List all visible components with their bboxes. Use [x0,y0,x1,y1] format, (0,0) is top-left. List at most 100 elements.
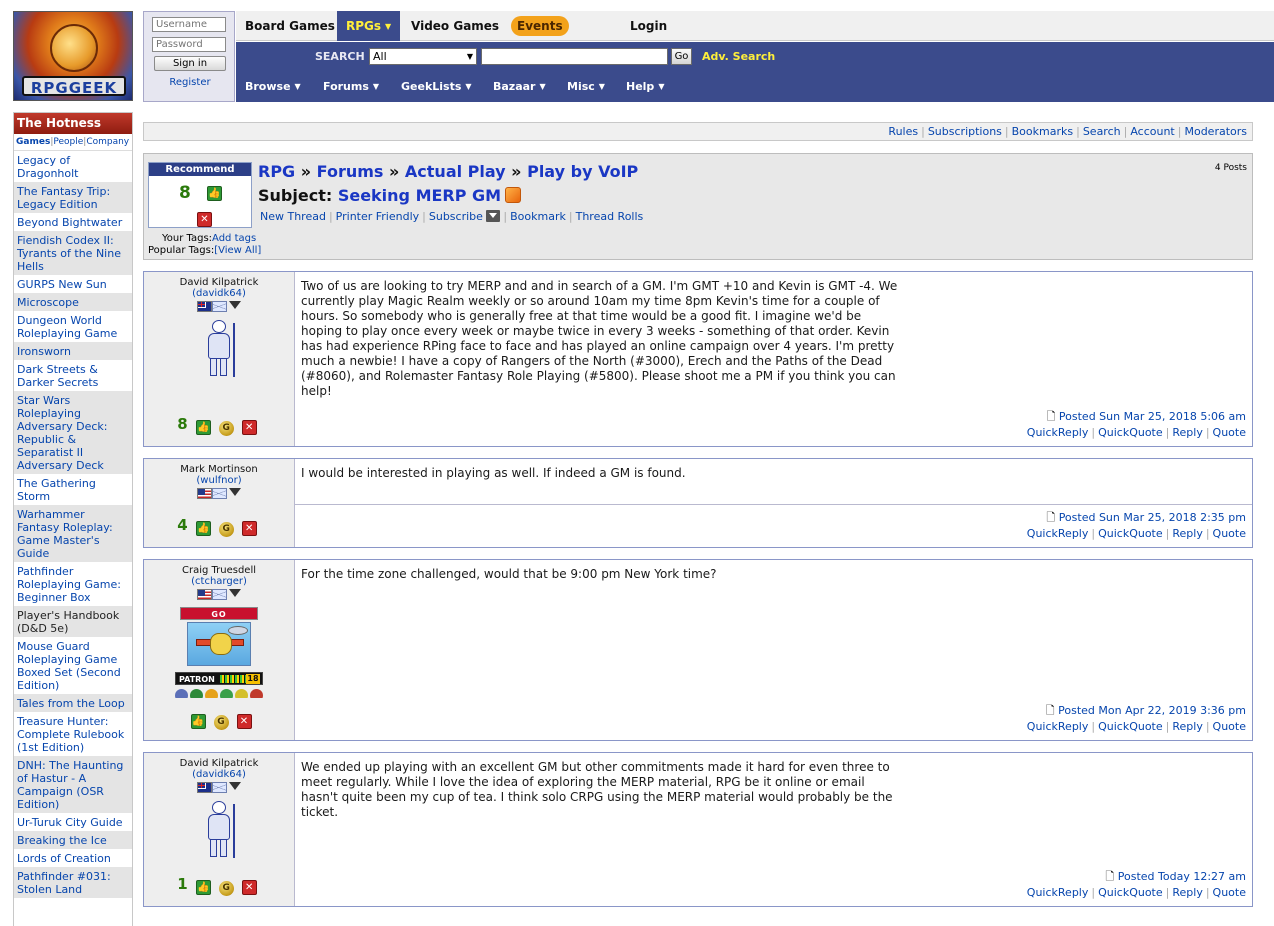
quickreply-link[interactable]: QuickReply [1027,426,1089,439]
account-link[interactable]: Account [1130,125,1174,138]
view-all-tags-link[interactable]: [View All] [214,245,261,256]
quickquote-link[interactable]: QuickQuote [1098,527,1163,540]
posted-date[interactable]: Posted Mon Apr 22, 2019 3:36 pm [1058,704,1246,717]
password-input[interactable] [152,37,226,52]
chevron-down-icon[interactable] [229,589,241,597]
close-icon[interactable]: ✕ [241,521,257,536]
thumbs-up-icon[interactable]: 👍 [195,880,211,895]
reply-link[interactable]: Reply [1172,720,1202,733]
hotness-item[interactable]: Dark Streets & Darker Secrets [14,360,132,391]
bookmark-link[interactable]: Bookmark [510,210,566,223]
close-icon[interactable]: ✕ [241,420,257,435]
quickquote-link[interactable]: QuickQuote [1098,426,1163,439]
thumbs-up-icon[interactable]: 👍 [207,186,222,201]
nav-video-games[interactable]: Video Games [402,11,508,41]
menu-bazaar[interactable]: Bazaar ▼ [493,80,546,93]
hotness-item[interactable]: The Fantasy Trip: Legacy Edition [14,182,132,213]
subject-title[interactable]: Seeking MERP GM [338,186,501,205]
mail-icon[interactable] [212,488,227,499]
bookmarks-link[interactable]: Bookmarks [1012,125,1073,138]
printer-friendly-link[interactable]: Printer Friendly [336,210,419,223]
hotness-item[interactable]: Pathfinder #031: Stolen Land [14,867,132,898]
author-handle[interactable]: (wulfnor) [196,475,241,486]
menu-misc[interactable]: Misc ▼ [567,80,605,93]
thumbs-up-icon[interactable]: 👍 [195,521,211,536]
hotness-item[interactable]: Legacy of Dragonholt [14,151,132,182]
hotness-item[interactable]: Ur-Turuk City Guide [14,813,132,831]
hotness-item[interactable]: Microscope [14,293,132,311]
close-icon[interactable]: ✕ [197,212,212,227]
new-thread-link[interactable]: New Thread [260,210,326,223]
site-logo[interactable]: RPGGEEK [13,11,133,101]
sign-in-button[interactable]: Sign in [154,56,226,71]
hotness-item[interactable]: Player's Handbook (D&D 5e) [14,606,132,637]
mail-icon[interactable] [212,589,227,600]
quote-link[interactable]: Quote [1213,886,1246,899]
nav-login[interactable]: Login [621,11,676,41]
close-icon[interactable]: ✕ [236,714,252,729]
nav-board-games[interactable]: Board Games [236,11,344,41]
rss-icon[interactable] [505,187,522,203]
hotness-item[interactable]: Ironsworn [14,342,132,360]
thumbs-up-icon[interactable]: 👍 [195,420,211,435]
hotness-item[interactable]: Star Wars Roleplaying Adversary Deck: Re… [14,391,132,474]
avatar[interactable] [187,622,251,666]
quickreply-link[interactable]: QuickReply [1027,886,1089,899]
advanced-search-link[interactable]: Adv. Search [702,50,775,63]
chevron-down-icon[interactable] [229,301,241,309]
quote-link[interactable]: Quote [1213,720,1246,733]
tab-people[interactable]: People [53,137,83,147]
author-handle[interactable]: (davidk64) [192,288,246,299]
thumbs-up-icon[interactable]: 👍 [190,714,206,729]
thread-rolls-link[interactable]: Thread Rolls [576,210,644,223]
breadcrumb-play-by-voip[interactable]: Play by VoIP [527,162,638,181]
hotness-item[interactable]: Fiendish Codex II: Tyrants of the Nine H… [14,231,132,275]
breadcrumb-actual-play[interactable]: Actual Play [405,162,506,181]
reply-link[interactable]: Reply [1172,527,1202,540]
username-input[interactable] [152,17,226,32]
hotness-item[interactable]: GURPS New Sun [14,275,132,293]
posted-date[interactable]: Posted Today 12:27 am [1118,870,1246,883]
moderators-link[interactable]: Moderators [1184,125,1247,138]
hotness-item[interactable]: DNH: The Haunting of Hastur - A Campaign… [14,756,132,813]
hotness-item[interactable]: Tales from the Loop [14,694,132,712]
rules-link[interactable]: Rules [888,125,918,138]
hotness-item[interactable]: Mouse Guard Roleplaying Game Boxed Set (… [14,637,132,694]
quote-link[interactable]: Quote [1213,426,1246,439]
breadcrumb-forums[interactable]: Forums [317,162,384,181]
quickreply-link[interactable]: QuickReply [1027,527,1089,540]
hotness-item[interactable]: Dungeon World Roleplaying Game [14,311,132,342]
mail-icon[interactable] [212,782,227,793]
chevron-down-icon[interactable] [229,488,241,496]
search-input[interactable] [481,48,668,65]
hotness-item[interactable]: Warhammer Fantasy Roleplay: Game Master'… [14,505,132,562]
subscriptions-link[interactable]: Subscriptions [928,125,1002,138]
hotness-item[interactable]: Pathfinder Roleplaying Game: Beginner Bo… [14,562,132,606]
mail-icon[interactable] [212,301,227,312]
posted-date[interactable]: Posted Sun Mar 25, 2018 2:35 pm [1059,511,1246,524]
quickquote-link[interactable]: QuickQuote [1098,886,1163,899]
search-scope-select[interactable]: All ▼ [369,48,477,65]
reply-link[interactable]: Reply [1172,426,1202,439]
hotness-item[interactable]: Beyond Bightwater [14,213,132,231]
reply-link[interactable]: Reply [1172,886,1202,899]
quickquote-link[interactable]: QuickQuote [1098,720,1163,733]
menu-geeklists[interactable]: GeekLists ▼ [401,80,472,93]
tab-games[interactable]: Games [16,137,50,147]
menu-browse[interactable]: Browse ▼ [245,80,301,93]
geekgold-icon[interactable]: G [218,881,234,896]
add-tags-link[interactable]: Add tags [212,233,256,244]
geekgold-icon[interactable]: G [218,522,234,537]
hotness-item[interactable]: Lords of Creation [14,849,132,867]
register-link[interactable]: Register [169,77,210,88]
quickreply-link[interactable]: QuickReply [1027,720,1089,733]
hotness-item[interactable]: Breaking the Ice [14,831,132,849]
avatar[interactable] [197,317,241,379]
close-icon[interactable]: ✕ [241,880,257,895]
nav-events[interactable]: Events [511,16,569,36]
search-link[interactable]: Search [1083,125,1121,138]
geekgold-icon[interactable]: G [213,715,229,730]
quote-link[interactable]: Quote [1213,527,1246,540]
hotness-item[interactable]: The Gathering Storm [14,474,132,505]
avatar[interactable] [197,798,241,860]
